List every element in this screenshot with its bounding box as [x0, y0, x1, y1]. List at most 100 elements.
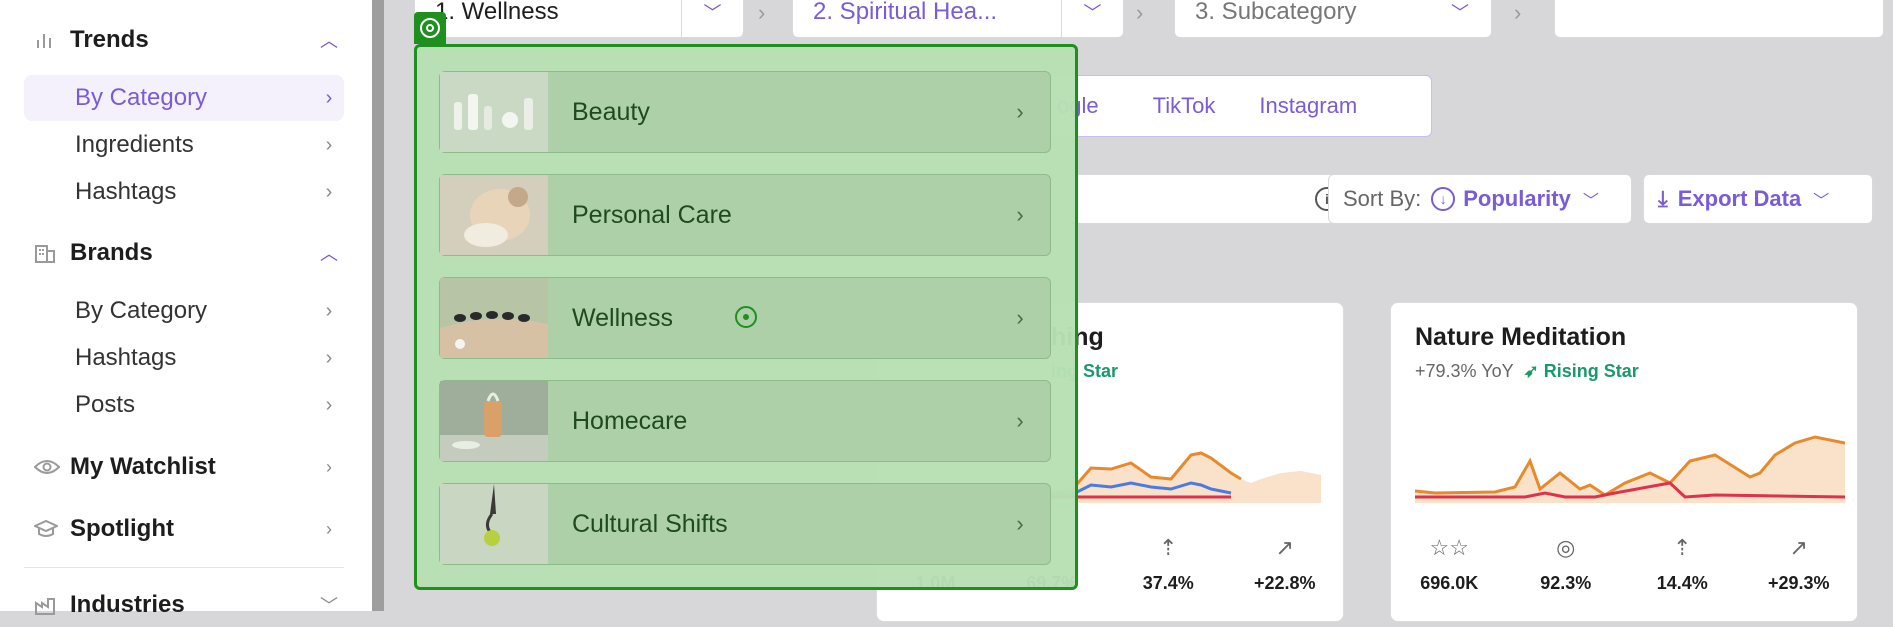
stat-yoy: +22.8% [1253, 573, 1316, 593]
breadcrumb-step-2[interactable]: 2. Spiritual Hea... ﹀ [792, 0, 1124, 38]
cultural-shifts-thumbnail [440, 484, 548, 564]
chevron-down-icon[interactable]: ﹀ [1061, 0, 1123, 37]
sidebar-splitter[interactable] [372, 0, 384, 611]
chevron-right-icon: › [326, 518, 332, 539]
sparkle-icon: ➶ [1523, 361, 1539, 381]
chevron-right-icon: › [1016, 202, 1024, 227]
category-option-beauty[interactable]: Beauty › [439, 71, 1051, 153]
category-option-label: Homecare [572, 406, 688, 435]
category-option-label: Personal Care [572, 200, 732, 229]
personal-care-thumbnail [440, 175, 548, 255]
chevron-right-icon: › [325, 346, 333, 369]
chevron-right-icon: › [1016, 99, 1024, 124]
trend-sparkline [1415, 435, 1845, 503]
chevron-right-icon: › [325, 86, 333, 109]
sort-label: Sort By: [1343, 186, 1422, 211]
download-icon: ⤓ [1658, 186, 1668, 211]
graduation-cap-icon [24, 519, 70, 539]
nav-spotlight[interactable]: Spotlight › [24, 507, 344, 551]
chevron-right-icon: › [325, 393, 333, 416]
chevron-right-icon: › [1016, 511, 1024, 536]
chevron-down-icon: ﹀ [1582, 193, 1599, 210]
chevron-down-icon: ﹀ [320, 596, 338, 616]
chevron-up-icon: ︿ [320, 244, 338, 264]
growth-arrows-icon: ⇡ [1673, 535, 1692, 560]
stars-icon: ☆☆ [1429, 535, 1469, 560]
stat-growth: 37.4% [1142, 573, 1194, 593]
nav-brands-hashtags[interactable]: Hashtags › [24, 335, 344, 381]
category-option-label: Cultural Shifts [572, 509, 728, 538]
stat-growth: 14.4% [1656, 573, 1708, 593]
stat-volume: 696.0K [1420, 573, 1479, 593]
growth-arrows-icon: ⇡ [1159, 535, 1178, 560]
sort-by-button[interactable]: Sort By: ↓ Popularity ﹀ [1328, 174, 1632, 224]
nav-trends[interactable]: Trends ︿ [24, 18, 344, 62]
eye-icon [24, 458, 70, 476]
chevron-down-icon: ﹀ [1813, 193, 1830, 210]
arrow-down-circle-icon: ↓ [1431, 187, 1456, 211]
sidebar: Trends ︿ By Category › Ingredients › Has… [0, 0, 372, 618]
sort-value: Popularity [1463, 186, 1571, 211]
category-option-label: Beauty [572, 97, 650, 126]
nav-brands-label: Brands [70, 239, 153, 266]
chevron-down-icon[interactable]: ﹀ [681, 0, 743, 37]
breadcrumb-step-1[interactable]: 1. Wellness ﹀ [414, 0, 744, 38]
chevron-right-icon: › [1136, 0, 1144, 25]
nav-watchlist-label: My Watchlist [70, 453, 216, 480]
nav-industries[interactable]: Industries ﹀ [24, 583, 344, 627]
rising-star-badge: Rising Star [1543, 361, 1639, 381]
nav-trends-ingredients[interactable]: Ingredients › [24, 122, 344, 168]
chevron-right-icon: › [325, 133, 333, 156]
nav-brands[interactable]: Brands ︿ [24, 231, 344, 275]
nav-item-label: Posts [75, 391, 136, 418]
nav-item-label: By Category [75, 297, 208, 324]
nav-item-label: Hashtags [75, 178, 177, 205]
trending-up-icon: ↗ [1275, 535, 1294, 560]
chevron-down-icon[interactable]: ﹀ [1429, 0, 1491, 37]
chevron-right-icon: › [1016, 305, 1024, 330]
breadcrumb-step-3-label: 3. Subcategory [1195, 0, 1357, 25]
nav-trends-by-category[interactable]: By Category › [24, 75, 344, 121]
card-stats: ☆☆ 696.0K ◎ 92.3% ⇡ 14.4% ↗ +29.3% [1391, 535, 1857, 594]
breadcrumb-step-2-label: 2. Spiritual Hea... [813, 0, 998, 25]
chevron-up-icon: ︿ [320, 31, 338, 51]
tab-instagram[interactable]: Instagram [1259, 93, 1357, 119]
nav-trends-label: Trends [70, 26, 149, 53]
card-yoy: +79.3% YoY [1415, 361, 1514, 381]
category-option-cultural-shifts[interactable]: Cultural Shifts › [439, 483, 1051, 565]
breadcrumb-step-4[interactable] [1554, 0, 1884, 38]
click-target-icon [735, 306, 757, 328]
chevron-right-icon: › [758, 0, 766, 25]
nav-watchlist[interactable]: My Watchlist › [24, 445, 344, 489]
category-option-homecare[interactable]: Homecare › [439, 380, 1051, 462]
nav-trends-hashtags[interactable]: Hashtags › [24, 169, 344, 215]
factory-icon [24, 595, 70, 615]
search-input[interactable]: i [1074, 174, 1356, 224]
platform-tabs: ogle TikTok Instagram [1040, 75, 1432, 137]
bar-chart-icon [24, 30, 70, 50]
trend-card[interactable]: Nature Meditation +79.3% YoY ➶ Rising St… [1390, 302, 1858, 622]
export-data-button[interactable]: ⤓ Export Data ﹀ [1643, 174, 1873, 224]
sidebar-divider [24, 567, 344, 568]
instagram-icon: ◎ [1556, 535, 1576, 560]
nav-brands-posts[interactable]: Posts › [24, 382, 344, 428]
tab-tiktok[interactable]: TikTok [1153, 93, 1216, 119]
stat-share: 92.3% [1540, 573, 1592, 593]
nav-item-label: Ingredients [75, 131, 194, 158]
breadcrumb-step-1-label: 1. Wellness [435, 0, 559, 25]
stat-yoy: +29.3% [1767, 573, 1830, 593]
category-option-personal-care[interactable]: Personal Care › [439, 174, 1051, 256]
chevron-right-icon: › [325, 299, 333, 322]
chevron-right-icon: › [1514, 0, 1522, 25]
breadcrumb-step-3[interactable]: 3. Subcategory ﹀ [1174, 0, 1492, 38]
nav-spotlight-label: Spotlight [70, 515, 174, 542]
chevron-right-icon: › [326, 456, 332, 477]
beauty-thumbnail [440, 72, 548, 152]
nav-brands-by-category[interactable]: By Category › [24, 288, 344, 334]
nav-industries-label: Industries [70, 591, 185, 618]
homecare-thumbnail [440, 381, 548, 461]
nav-item-label: Hashtags [75, 344, 177, 371]
target-icon [414, 12, 446, 44]
building-icon [24, 243, 70, 263]
wellness-thumbnail [440, 278, 548, 358]
